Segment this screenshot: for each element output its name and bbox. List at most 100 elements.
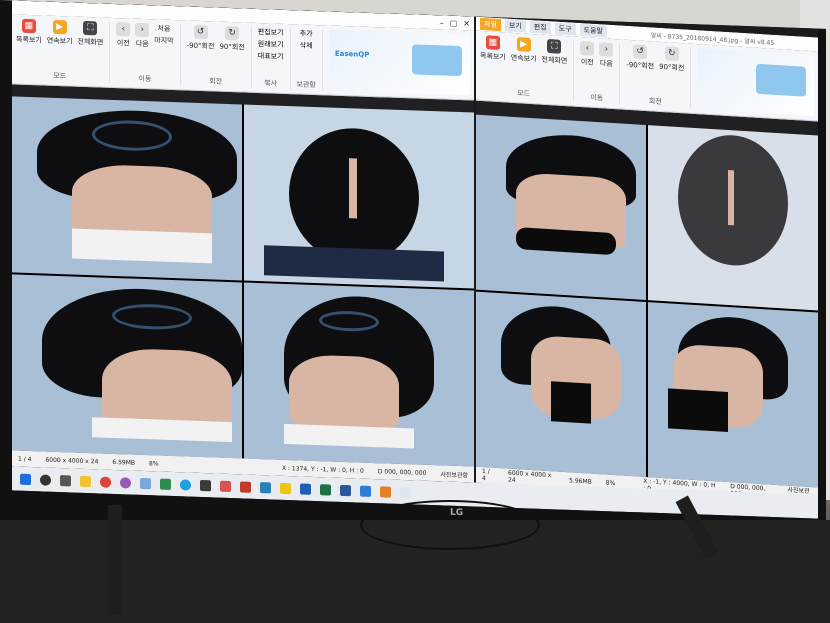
group-label: 보관함 (296, 80, 316, 90)
next-button[interactable]: › 다음 (135, 22, 150, 49)
rotate-cw-button[interactable]: ↻ 90°회전 (219, 25, 245, 53)
red-app-icon[interactable] (240, 480, 251, 493)
maximize-icon[interactable]: ▢ (450, 18, 458, 27)
image-viewer-window-right: 파일 보기 편집 도구 도움말 알씨 - 8735_20180914_48.jp… (476, 16, 818, 504)
settings-icon[interactable] (140, 477, 151, 489)
tab-file[interactable]: 파일 (480, 17, 501, 32)
button-label: 이전 (116, 39, 130, 48)
prev-button[interactable]: ‹ 이전 (580, 40, 595, 68)
chrome-icon[interactable] (100, 475, 111, 488)
colorful-app-icon[interactable] (120, 476, 131, 489)
search-icon[interactable] (40, 473, 51, 486)
button-label: -90°회전 (626, 60, 655, 71)
store-icon[interactable] (200, 479, 211, 491)
rotate-ccw-button[interactable]: ↺ -90°회전 (186, 24, 215, 52)
slideshow-button[interactable]: ▶ 연속보기 (47, 19, 73, 47)
rotate-ccw-button[interactable]: ↺ -90°회전 (626, 44, 654, 72)
tv-leg-left (108, 505, 122, 615)
photo-face-right[interactable] (648, 302, 818, 488)
photo-hairline-left[interactable] (12, 274, 242, 459)
button-label: 처음 (157, 24, 171, 33)
fullscreen-button[interactable]: ⛶ 전체화면 (541, 38, 568, 67)
photo-crown-top[interactable] (648, 125, 818, 311)
tab-help[interactable]: 도움말 (579, 23, 607, 38)
button-label: -90°회전 (186, 41, 215, 51)
list-view-button[interactable]: ▦ 목록보기 (16, 18, 42, 46)
fullscreen-icon: ⛶ (83, 20, 98, 36)
page-counter: 1 / 4 (482, 467, 490, 483)
first-button[interactable]: 처음 마지막 (154, 23, 173, 50)
word-icon[interactable] (340, 484, 351, 496)
prev-button[interactable]: ‹ 이전 (116, 22, 131, 48)
windows-start-icon[interactable] (20, 473, 31, 485)
group-label: 모드 (517, 89, 531, 98)
rep-view-button[interactable]: 대표보기 (258, 51, 284, 62)
photo-grid-left (12, 96, 474, 467)
ribbon-group-move: ‹ 이전 › 다음 이동 (580, 40, 621, 105)
alzip-icon[interactable] (260, 481, 271, 493)
archive-mode[interactable]: 사진보관함 (440, 469, 468, 479)
task-view-icon[interactable] (60, 474, 71, 486)
zoom-level: 8% (605, 479, 616, 487)
close-icon[interactable]: ✕ (463, 19, 470, 28)
tab-view[interactable]: 보기 (504, 19, 526, 33)
button-label: 목록보기 (16, 35, 42, 45)
chevron-right-icon: › (135, 22, 150, 38)
ribbon-toolbar: ▦ 목록보기 ▶ 연속보기 ⛶ 전체화면 모드 ‹ 이전 › 다음 처음 마지막 이동 (12, 14, 474, 101)
minimize-icon[interactable]: – (440, 18, 444, 27)
calendar-icon[interactable] (400, 486, 411, 498)
photo-hairline-front[interactable] (12, 96, 242, 281)
button-label: 전체화면 (77, 37, 104, 47)
kakao-icon[interactable] (300, 482, 311, 495)
photo-face-left[interactable] (476, 291, 646, 478)
group-label: 이동 (138, 74, 152, 84)
original-view-button[interactable]: 원래보기 (258, 39, 284, 50)
page-counter: 1 / 4 (18, 455, 32, 463)
button-label: 다음 (135, 39, 149, 49)
edge-icon[interactable] (180, 478, 191, 491)
calculator-icon[interactable] (160, 478, 171, 490)
photo-face-front[interactable] (476, 114, 646, 301)
photos-icon[interactable] (220, 480, 231, 492)
edit-view-button[interactable]: 편집보기 (258, 27, 284, 38)
ribbon-group-storage: 추가 삭제 보관함 (296, 28, 323, 91)
next-button[interactable]: › 다음 (599, 42, 614, 69)
tab-tools[interactable]: 도구 (554, 22, 576, 36)
button-label: 90°회전 (219, 42, 245, 52)
banner-illustration (756, 63, 806, 97)
group-label: 모드 (53, 71, 67, 81)
rotate-cw-button[interactable]: ↻ 90°회전 (659, 46, 684, 74)
yellow-app-icon[interactable] (280, 482, 291, 494)
fullscreen-button[interactable]: ⛶ 전체화면 (77, 20, 104, 48)
slideshow-button[interactable]: ▶ 연속보기 (511, 37, 537, 65)
image-viewer-window-left: – ▢ ✕ ▦ 목록보기 ▶ 연속보기 ⛶ 전체화면 모드 ‹ 이전 › 다음 … (12, 0, 474, 483)
rotate-left-icon: ↺ (193, 24, 208, 40)
rotate-right-icon: ↻ (664, 46, 679, 62)
rotate-left-icon: ↺ (633, 44, 648, 60)
chevron-right-icon: › (599, 42, 614, 58)
grid-icon: ▦ (485, 35, 500, 51)
delete-button[interactable]: 삭제 (300, 40, 313, 50)
tab-edit[interactable]: 편집 (529, 20, 551, 35)
list-view-button[interactable]: ▦ 목록보기 (480, 35, 506, 63)
group-label: 복사 (264, 79, 278, 88)
button-label: 연속보기 (510, 53, 537, 64)
file-size: 5.96MB (569, 476, 592, 486)
ribbon-group-rotate: ↺ -90°회전 ↻ 90°회전 회전 (626, 43, 692, 109)
button-label: 전체화면 (541, 55, 568, 66)
ribbon-group-mode: ▦ 목록보기 ▶ 연속보기 ⛶ 전체화면 모드 (16, 18, 111, 83)
button-label: 다음 (599, 59, 613, 68)
image-dimensions: 6000 x 4000 x 24 (45, 456, 99, 465)
rotate-right-icon: ↻ (225, 25, 240, 41)
ad-banner[interactable]: EasenQP (328, 29, 470, 96)
excel-icon[interactable] (320, 483, 331, 496)
add-button[interactable]: 추가 (300, 28, 313, 38)
teams-icon[interactable] (360, 485, 371, 497)
lg-tv: – ▢ ✕ ▦ 목록보기 ▶ 연속보기 ⛶ 전체화면 모드 ‹ 이전 › 다음 … (0, 0, 826, 559)
ad-banner[interactable] (697, 48, 814, 117)
file-explorer-icon[interactable] (80, 475, 91, 487)
fullscreen-icon: ⛶ (547, 38, 562, 54)
v3-icon[interactable] (380, 485, 391, 498)
photo-hairline-right[interactable] (244, 282, 474, 467)
photo-crown-top[interactable] (244, 104, 474, 289)
